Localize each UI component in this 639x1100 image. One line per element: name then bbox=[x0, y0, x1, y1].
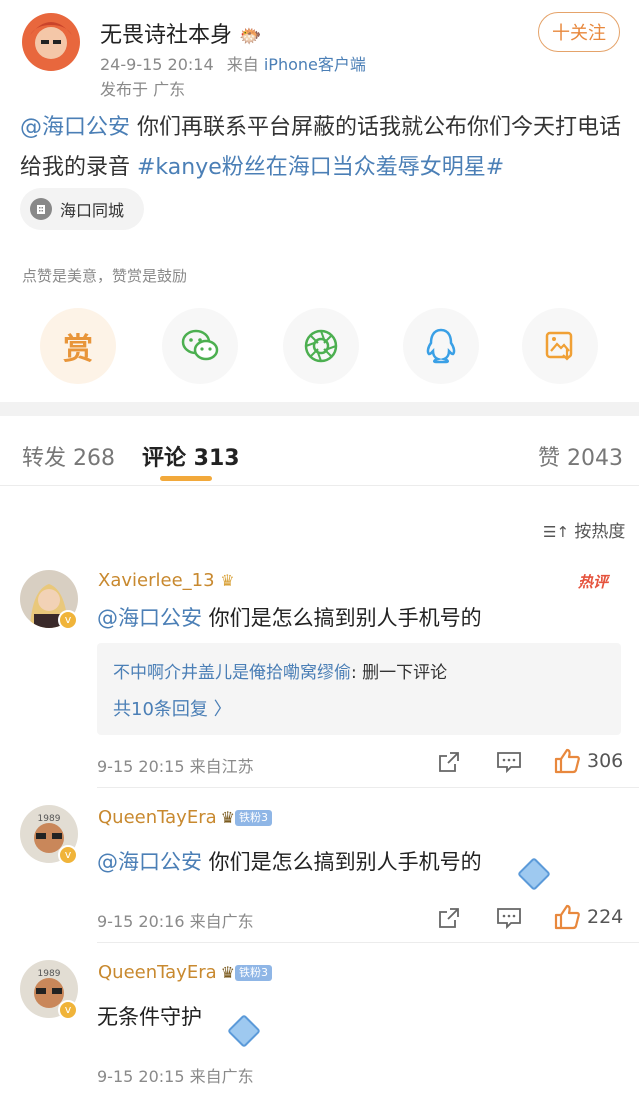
comment-username[interactable]: Xavierlee_13 ♛ bbox=[98, 570, 235, 591]
author-name[interactable]: 无畏诗社本身 🐡 bbox=[100, 17, 261, 49]
wechat-share-button[interactable] bbox=[162, 308, 238, 384]
comment-icon[interactable] bbox=[496, 750, 522, 774]
fan-level-badge: 铁粉3 bbox=[234, 964, 272, 981]
comment-mention[interactable]: @海口公安 bbox=[97, 606, 202, 630]
comment-mention[interactable]: @海口公安 bbox=[97, 850, 202, 874]
post-text: @海口公安 你们再联系平台屏蔽的话我就公布你们今天打电话 给我的录音 #kany… bbox=[20, 108, 625, 188]
comment-time: 9-15 20:15 来自江苏 bbox=[97, 757, 254, 776]
post-date: 24-9-15 20:14 bbox=[100, 55, 214, 74]
moments-icon bbox=[304, 329, 338, 363]
qq-icon bbox=[426, 328, 456, 364]
hot-comment-tag: 热评 bbox=[578, 573, 609, 591]
like-count: 224 bbox=[587, 906, 624, 928]
author-avatar[interactable] bbox=[22, 13, 80, 71]
hashtag-link[interactable]: #kanye粉丝在海口当众羞辱女明星# bbox=[137, 155, 504, 180]
fan-crown-icon: ♛ bbox=[220, 808, 235, 827]
follow-button[interactable]: 十关注 bbox=[538, 12, 620, 52]
fan-level-badge: 铁粉3 bbox=[234, 809, 272, 826]
diamond-sticker-icon bbox=[227, 1014, 261, 1048]
like-button[interactable]: 306 bbox=[553, 748, 623, 774]
verified-badge-icon: v bbox=[58, 610, 78, 630]
verified-badge-icon: v bbox=[58, 845, 78, 865]
reply-count-link[interactable]: 共10条回复 〉 bbox=[113, 695, 232, 721]
building-icon bbox=[30, 198, 52, 220]
post-source[interactable]: iPhone客户端 bbox=[264, 55, 366, 74]
share-icon[interactable] bbox=[437, 906, 461, 930]
tabs-divider bbox=[0, 485, 639, 486]
comment-username[interactable]: QueenTayEra ♛ 铁粉3 bbox=[98, 962, 272, 983]
reply-text: : 删一下评论 bbox=[351, 663, 448, 683]
comment-location: 来自广东 bbox=[189, 912, 254, 931]
section-separator bbox=[0, 402, 639, 416]
share-icon[interactable] bbox=[437, 750, 461, 774]
thumbs-up-icon bbox=[554, 748, 580, 774]
comment-divider bbox=[97, 787, 639, 788]
svg-text:1989: 1989 bbox=[38, 814, 61, 824]
diamond-sticker-icon bbox=[517, 857, 551, 891]
save-image-icon bbox=[545, 331, 573, 361]
like-count: 306 bbox=[587, 750, 624, 772]
post-meta: 24-9-15 20:14 来自 iPhone客户端 bbox=[100, 51, 366, 75]
comment-username[interactable]: QueenTayEra ♛ 铁粉3 bbox=[98, 807, 272, 828]
tab-comments[interactable]: 评论 313 bbox=[142, 440, 240, 472]
thumbs-up-icon bbox=[554, 904, 580, 930]
fan-crown-icon: ♛ bbox=[220, 963, 235, 982]
comment-location: 来自江苏 bbox=[189, 757, 254, 776]
qq-share-button[interactable] bbox=[403, 308, 479, 384]
location-chip-label: 海口同城 bbox=[60, 201, 125, 220]
comment-divider bbox=[97, 942, 639, 943]
sort-icon: ☰↑ bbox=[543, 523, 570, 541]
comment-text: 无条件守护 bbox=[97, 1005, 202, 1029]
reply-preview-box[interactable]: 不中啊介井盖儿是俺拾嘞窝缪偷: 删一下评论 共10条回复 〉 bbox=[97, 643, 621, 735]
comment-location: 来自广东 bbox=[189, 1067, 254, 1086]
comment-time: 9-15 20:16 来自广东 bbox=[97, 912, 254, 931]
active-tab-underline bbox=[160, 476, 212, 481]
verified-badge-icon: v bbox=[58, 1000, 78, 1020]
comment-time: 9-15 20:15 来自广东 bbox=[97, 1067, 254, 1086]
comment-icon[interactable] bbox=[496, 906, 522, 930]
comment-text: @海口公安 你们是怎么搞到别人手机号的 bbox=[97, 606, 482, 630]
puffer-fish-emoji-icon: 🐡 bbox=[239, 26, 262, 47]
reply-line: 不中啊介井盖儿是俺拾嘞窝缪偷: 删一下评论 bbox=[113, 658, 447, 683]
wechat-icon bbox=[181, 329, 219, 361]
svg-text:1989: 1989 bbox=[38, 969, 61, 979]
like-button[interactable]: 224 bbox=[553, 904, 623, 930]
reward-hint: 点赞是美意，赞赏是鼓励 bbox=[22, 267, 188, 285]
sort-label: 按热度 bbox=[574, 522, 626, 542]
comment-text: @海口公安 你们是怎么搞到别人手机号的 bbox=[97, 850, 482, 874]
post-location-line: 发布于 广东 bbox=[100, 80, 186, 99]
post-text-part1: 你们再联系平台屏蔽的话我就公布你们今天打电话 bbox=[130, 115, 622, 140]
sort-button[interactable]: ☰↑ 按热度 bbox=[543, 517, 625, 542]
post-text-part2: 给我的录音 bbox=[20, 155, 137, 180]
save-image-button[interactable] bbox=[522, 308, 598, 384]
location-chip[interactable]: 海口同城 bbox=[20, 188, 144, 230]
mention-link[interactable]: @海口公安 bbox=[20, 115, 130, 140]
tab-likes[interactable]: 赞 2043 bbox=[538, 440, 623, 472]
reward-icon: 赏 bbox=[63, 332, 93, 367]
moments-share-button[interactable] bbox=[283, 308, 359, 384]
source-prefix: 来自 bbox=[226, 55, 259, 74]
fan-crown-icon: ♛ bbox=[220, 571, 235, 590]
reply-author[interactable]: 不中啊介井盖儿是俺拾嘞窝缪偷 bbox=[113, 663, 351, 683]
tab-repost[interactable]: 转发 268 bbox=[22, 440, 115, 472]
reward-button[interactable]: 赏 bbox=[40, 308, 116, 384]
